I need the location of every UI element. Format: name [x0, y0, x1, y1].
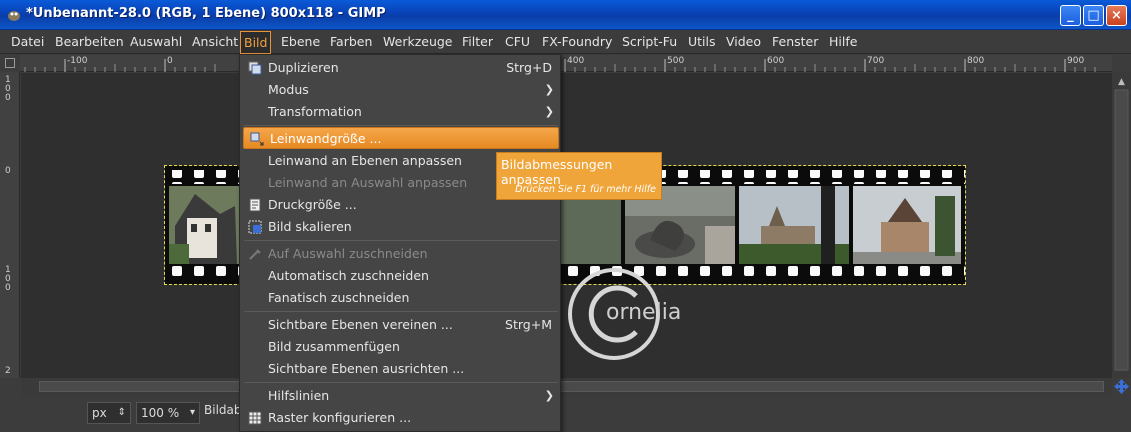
menu-werkzeuge[interactable]: Werkzeuge: [383, 31, 453, 54]
print-size-icon: [249, 198, 261, 212]
menu-utils[interactable]: Utils: [688, 31, 716, 54]
watermark-text: ornelia: [606, 300, 682, 325]
tooltip-title: Bildabmessungen anpassen: [501, 157, 613, 187]
tooltip: Bildabmessungen anpassen Drücken Sie F1 …: [496, 152, 662, 200]
chevron-down-icon: ▾: [189, 407, 195, 418]
status-bar: px ⇕ 100 % ▾ Bildab: [0, 396, 1131, 432]
bild-menu: Duplizieren Strg+D Modus ❯ Transformatio…: [239, 54, 561, 432]
scale-icon: [248, 220, 262, 234]
menu-bar: Datei Bearbeiten Auswahl Ansicht Bild Eb…: [0, 31, 1131, 54]
minimize-button[interactable]: _: [1060, 5, 1081, 26]
submenu-arrow-icon: ❯: [544, 389, 554, 402]
menu-farben[interactable]: Farben: [330, 31, 372, 54]
duplicate-icon: [248, 61, 262, 75]
zoom-select[interactable]: 100 % ▾: [136, 402, 200, 424]
ruler-corner[interactable]: [0, 55, 20, 72]
menu-bild[interactable]: Bild: [240, 31, 272, 54]
ruler-label: 700: [867, 56, 885, 66]
navigate-icon[interactable]: [1112, 378, 1131, 395]
menu-item-hilfslinien[interactable]: Hilfslinien ❯: [242, 385, 560, 407]
grid-icon: [248, 411, 262, 425]
scroll-thumb[interactable]: [39, 381, 1104, 392]
spinner-icon: ⇕: [117, 407, 126, 418]
ruler-label: 100: [5, 265, 11, 293]
ruler-label: 100: [5, 75, 11, 103]
menu-script-fu[interactable]: Script-Fu: [622, 31, 677, 54]
menu-video[interactable]: Video: [726, 31, 761, 54]
ruler-label: 0: [167, 56, 173, 66]
title-bar: *Unbenannt-28.0 (RGB, 1 Ebene) 800x118 -…: [0, 0, 1131, 30]
menu-fenster[interactable]: Fenster: [772, 31, 818, 54]
menu-hilfe[interactable]: Hilfe: [829, 31, 857, 54]
menu-datei[interactable]: Datei: [11, 31, 44, 54]
menu-separator: [244, 125, 558, 126]
menu-fx-foundry[interactable]: FX-Foundry: [542, 31, 612, 54]
menu-item-modus[interactable]: Modus ❯: [242, 79, 560, 101]
ruler-label: 600: [767, 56, 785, 66]
menu-item-ebenen-ausrichten[interactable]: Sichtbare Ebenen ausrichten ...: [242, 358, 560, 380]
ruler-label: -100: [67, 56, 88, 66]
menu-item-bild-skalieren[interactable]: Bild skalieren: [242, 216, 560, 238]
submenu-arrow-icon: ❯: [544, 83, 554, 96]
close-button[interactable]: ×: [1106, 5, 1127, 26]
unit-value: px: [92, 406, 107, 420]
window-title: *Unbenannt-28.0 (RGB, 1 Ebene) 800x118 -…: [26, 6, 386, 21]
menu-item-raster-konfigurieren[interactable]: Raster konfigurieren ...: [242, 407, 560, 429]
zoom-value: 100 %: [141, 406, 180, 420]
horizontal-ruler[interactable]: -100 0 400 500 600 700 800 900: [20, 55, 1112, 72]
menu-item-fanatisch-zuschneiden[interactable]: Fanatisch zuschneiden: [242, 287, 560, 309]
vertical-scrollbar[interactable]: ▲: [1112, 72, 1131, 378]
menu-item-duplizieren[interactable]: Duplizieren Strg+D: [242, 57, 560, 79]
menu-separator: [244, 311, 558, 312]
menu-separator: [244, 382, 558, 383]
menu-bearbeiten[interactable]: Bearbeiten: [55, 31, 124, 54]
menu-item-transformation[interactable]: Transformation ❯: [242, 101, 560, 123]
menu-item-leinwandgroesse[interactable]: Leinwandgröße ...: [243, 127, 559, 149]
svg-text:▲: ▲: [1118, 77, 1125, 87]
tooltip-hint: Drücken Sie F1 für mehr Hilfe: [515, 184, 656, 195]
gimp-icon: [8, 11, 20, 21]
menu-ansicht[interactable]: Ansicht: [192, 31, 238, 54]
ruler-ticks: [24, 59, 1096, 72]
maximize-button[interactable]: □: [1083, 5, 1104, 26]
crop-icon: [249, 249, 261, 260]
submenu-arrow-icon: ❯: [544, 105, 554, 118]
scrollbar-art: ▲: [1114, 77, 1129, 371]
vertical-ruler[interactable]: 100 0 100 2: [0, 72, 20, 378]
ruler-label: 900: [1067, 56, 1085, 66]
ruler-label: 2: [5, 366, 11, 376]
ruler-label: 400: [567, 56, 585, 66]
ruler-label: 800: [967, 56, 985, 66]
menu-separator: [244, 240, 558, 241]
canvas-size-icon: [250, 132, 264, 146]
ruler-label: 500: [667, 56, 685, 66]
menu-cfu[interactable]: CFU: [505, 31, 530, 54]
menu-item-bild-zusammenfuegen[interactable]: Bild zusammenfügen: [242, 336, 560, 358]
ruler-label: 0: [5, 166, 11, 176]
unit-select[interactable]: px ⇕: [87, 402, 131, 424]
status-message: Bildab: [204, 403, 242, 417]
menu-auswahl[interactable]: Auswahl: [130, 31, 182, 54]
menu-item-ebenen-vereinen[interactable]: Sichtbare Ebenen vereinen ... Strg+M: [242, 314, 560, 336]
navigate-icon: [5, 58, 15, 68]
horizontal-scrollbar[interactable]: [21, 378, 1112, 395]
menu-item-auf-auswahl-zuschneiden[interactable]: Auf Auswahl zuschneiden: [242, 243, 560, 265]
menu-filter[interactable]: Filter: [462, 31, 493, 54]
menu-ebene[interactable]: Ebene: [281, 31, 320, 54]
menu-item-automatisch-zuschneiden[interactable]: Automatisch zuschneiden: [242, 265, 560, 287]
